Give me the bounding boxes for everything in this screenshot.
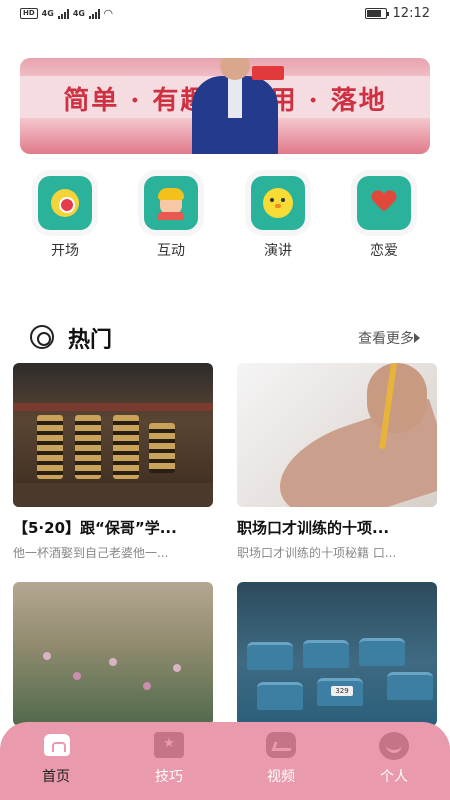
category-icon-tile — [357, 176, 411, 230]
card-image: 329 — [237, 582, 437, 726]
card-image — [13, 363, 213, 507]
category-row: 开场 互动 演讲 恋爱 — [0, 176, 450, 266]
category-icon-tile — [144, 176, 198, 230]
card-image — [13, 582, 213, 726]
chick-icon — [263, 188, 293, 218]
tab-home[interactable]: 首页 — [26, 732, 86, 786]
heart-icon — [372, 191, 396, 215]
see-more-link[interactable]: 查看更多 — [358, 328, 414, 348]
signal-icon-2 — [88, 8, 100, 19]
card-subtitle: 他一杯酒娶到自己老婆他一... — [13, 546, 169, 560]
network-label-1: 4G — [41, 9, 54, 18]
status-left: HD 4G 4G ◠ — [20, 7, 112, 20]
status-right: 12:12 — [364, 6, 430, 21]
card-title: 职场口才训练的十项... — [237, 519, 390, 537]
home-icon — [44, 734, 70, 756]
status-bar: HD 4G 4G ◠ 12:12 — [0, 0, 450, 30]
clock: 12:12 — [392, 6, 430, 21]
category-lianai[interactable]: 恋爱 — [349, 176, 419, 260]
signal-icon — [57, 8, 69, 19]
article-card[interactable]: 【5·20】跟“保哥”学... 他一杯酒娶到自己老婆他一... — [13, 363, 213, 561]
category-label: 互动 — [157, 243, 185, 259]
category-label: 演讲 — [264, 243, 292, 259]
promo-banner[interactable]: 简单 · 有趣 · 实用 · 落地 — [20, 58, 430, 154]
category-kaichang[interactable]: 开场 — [30, 176, 100, 260]
battery-icon — [364, 8, 389, 19]
bottom-tab-bar: 首页 技巧 视频 个人 — [0, 722, 450, 800]
tab-video[interactable]: 视频 — [251, 732, 311, 786]
speaker-badge — [252, 66, 284, 80]
category-label: 恋爱 — [370, 243, 398, 259]
category-label: 开场 — [51, 243, 79, 259]
boy-face-icon — [158, 188, 184, 220]
card-subtitle: 职场口才训练的十项秘籍 口... — [237, 546, 397, 560]
tab-label: 个人 — [380, 769, 408, 785]
article-card[interactable] — [13, 582, 213, 742]
network-label-2: 4G — [72, 9, 85, 18]
star-book-icon — [154, 732, 184, 758]
ball-icon — [51, 189, 79, 217]
wifi-icon: ◠ — [103, 7, 113, 20]
category-yanjiang[interactable]: 演讲 — [243, 176, 313, 260]
card-image — [237, 363, 437, 507]
section-title: 热门 — [68, 328, 113, 353]
category-icon-tile — [251, 176, 305, 230]
tab-label: 技巧 — [155, 769, 183, 785]
video-icon — [266, 732, 296, 758]
article-card[interactable]: 职场口才训练的十项... 职场口才训练的十项秘籍 口... — [237, 363, 437, 561]
hd-badge: HD — [20, 8, 38, 19]
card-title: 【5·20】跟“保哥”学... — [13, 519, 177, 537]
category-hudong[interactable]: 互动 — [136, 176, 206, 260]
ring-icon — [30, 325, 54, 349]
tab-label: 首页 — [42, 769, 70, 785]
tab-profile[interactable]: 个人 — [364, 732, 424, 786]
category-icon-tile — [38, 176, 92, 230]
hot-section-header: 热门 查看更多 — [30, 322, 420, 353]
smile-face-icon — [379, 732, 409, 760]
article-card[interactable]: 329 — [237, 582, 437, 742]
tab-label: 视频 — [267, 769, 295, 785]
tab-tips[interactable]: 技巧 — [139, 732, 199, 786]
arrow-right-icon[interactable] — [414, 333, 420, 343]
